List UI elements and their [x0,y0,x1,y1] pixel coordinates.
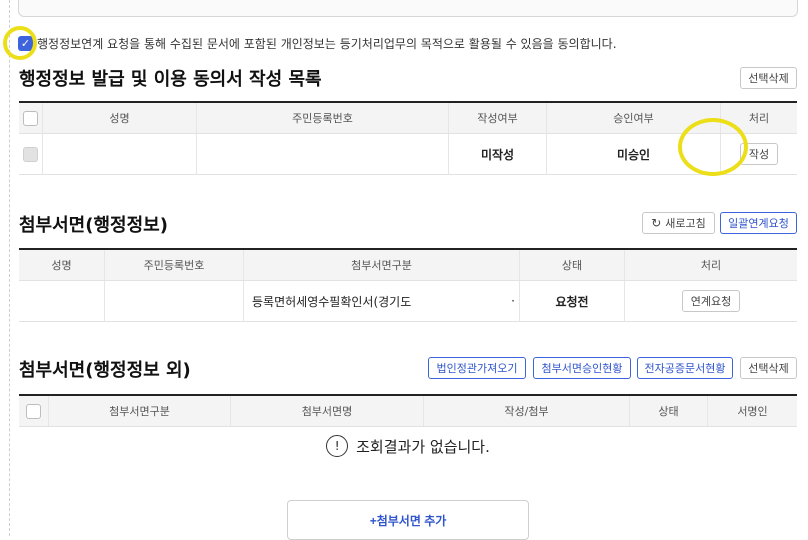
row-checkbox[interactable] [23,146,38,162]
table-header: 첨부서면구분 첨부서면명 작성/첨부 상태 서명인 [19,396,797,427]
cell-rrn [105,281,244,321]
header-status: 상태 [630,396,708,426]
exclamation-icon: ! [326,435,349,457]
header-action: 처리 [700,259,722,272]
table-header: 성명 주민등록번호 첨부서면구분 상태 처리 [19,250,797,281]
admin-doc-table: 성명 주민등록번호 첨부서면구분 상태 처리 등록면허세영수필확인서(경기도 ·… [19,248,797,322]
header-signer: 서명인 [737,405,768,418]
header-write-attach: 작성/첨부 [424,396,630,426]
left-guide-line [9,0,10,536]
doc-type-suffix: · [511,294,515,308]
refresh-label: 새로고침 [665,217,706,230]
header-rrn: 주민등록번호 [105,250,244,280]
cell-doc-type: 등록면허세영수필확인서(경기도 · [244,281,520,321]
bulk-link-request-button[interactable]: 일괄연계요청 [720,212,797,234]
refresh-button[interactable]: ↻ 새로고침 [642,212,715,234]
table-row: 미작성 미승인 작성 [19,134,797,175]
header-written: 작성여부 [449,103,547,133]
attachment-approval-status-button[interactable]: 첨부서면승인현황 [533,357,631,379]
add-attachment-button[interactable]: +첨부서면 추가 [287,500,529,540]
consent-checkbox[interactable]: ✓ [18,35,33,51]
consent-text: 행정정보연계 요청을 통해 수집된 문서에 포함된 개인정보는 등기처리업무의 … [37,36,617,51]
row-checkbox-cell [19,134,43,174]
header-action: 처리 [748,112,770,125]
cell-name [19,281,105,321]
section3-delete-button[interactable]: 선택삭제 [740,357,797,379]
cell-approved: 미승인 [547,134,721,174]
cell-name [43,134,197,174]
cell-rrn [197,134,449,174]
table-header: 성명 주민등록번호 작성여부 승인여부 처리 [19,103,797,134]
header-doc-type: 첨부서면구분 [49,396,231,426]
cell-action: 연계요청 [625,281,797,321]
header-checkbox-cell [19,396,49,426]
import-articles-button[interactable]: 법인정관가져오기 [428,357,526,379]
header-rrn: 주민등록번호 [197,103,449,133]
section1-title: 행정정보 발급 및 이용 동의서 작성 목록 [19,69,322,90]
non-admin-doc-table: 첨부서면구분 첨부서면명 작성/첨부 상태 서명인 [19,394,797,427]
consent-table: 성명 주민등록번호 작성여부 승인여부 처리 미작성 미승인 작성 [19,101,797,175]
write-button[interactable]: 작성 [739,143,779,165]
doc-type-text: 등록면허세영수필확인서(경기도 [252,294,412,309]
header-approved: 승인여부 [547,103,721,133]
section1-delete-button[interactable]: 선택삭제 [740,67,797,89]
section3-title: 첨부서면(행정정보 외) [19,360,191,381]
header-doc-name: 첨부서면명 [231,396,424,426]
previous-section-box [18,0,798,17]
header-checkbox-cell [19,103,43,133]
header-name: 성명 [43,103,197,133]
consent-row[interactable]: ✓ 행정정보연계 요청을 통해 수집된 문서에 포함된 개인정보는 등기처리업무… [18,34,617,52]
refresh-icon: ↻ [651,216,662,230]
select-all-checkbox[interactable] [23,110,38,126]
header-doc-type: 첨부서면구분 [244,250,520,280]
cell-written: 미작성 [449,134,547,174]
table-row: 등록면허세영수필확인서(경기도 · 요청전 연계요청 [19,281,797,322]
select-all-checkbox[interactable] [26,403,41,419]
header-name: 성명 [19,250,105,280]
header-status: 상태 [520,250,625,280]
cell-action: 작성 [721,134,797,174]
section2-title: 첨부서면(행정정보) [19,215,168,236]
empty-message: 조회결과가 없습니다. [356,437,490,456]
cell-status: 요청전 [520,281,625,321]
empty-result: ! 조회결과가 없습니다. [19,428,797,464]
link-request-button[interactable]: 연계요청 [681,290,741,312]
e-notary-doc-status-button[interactable]: 전자공증문서현황 [637,357,733,379]
